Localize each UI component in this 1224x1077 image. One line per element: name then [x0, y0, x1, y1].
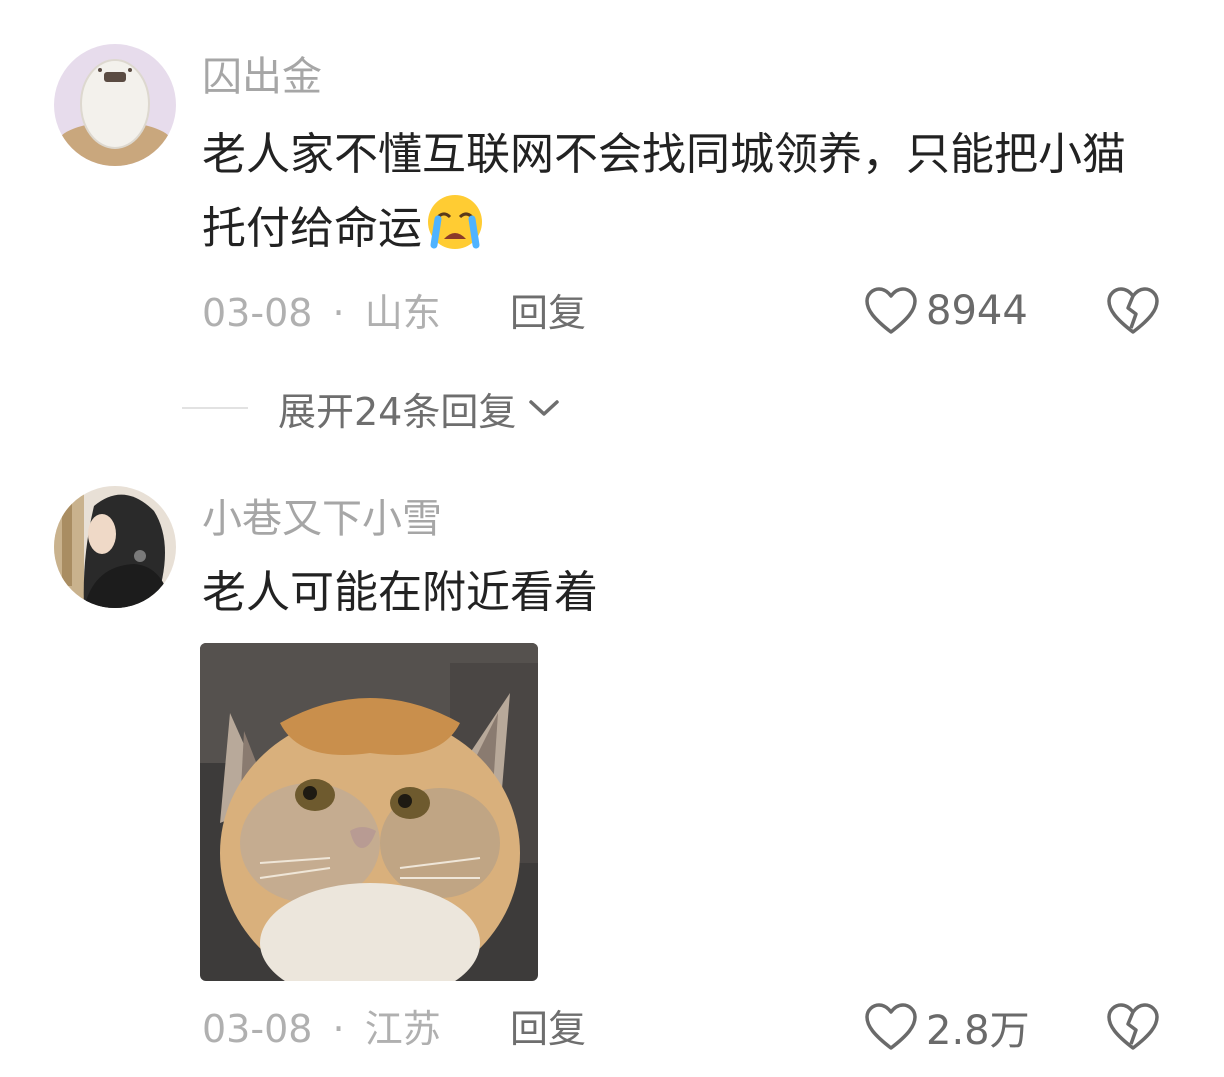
- like-button[interactable]: 2.8万: [864, 1002, 1030, 1054]
- expand-replies-button[interactable]: 展开24条回复: [182, 380, 562, 436]
- comment-date: 03-08: [202, 291, 313, 335]
- comment-text-body: 老人家不懂互联网不会找同城领养，只能把小猫托付给命运: [202, 129, 1126, 254]
- comment-image[interactable]: [200, 643, 538, 981]
- chevron-down-icon: [529, 400, 560, 416]
- reply-button[interactable]: 回复: [510, 1004, 586, 1054]
- dislike-button[interactable]: [1106, 1002, 1160, 1052]
- comment-meta: 03-08 · 江苏: [202, 1004, 441, 1054]
- girl-avatar-image: [54, 486, 176, 608]
- like-count: 2.8万: [926, 1008, 1030, 1054]
- meta-separator: ·: [332, 1007, 345, 1051]
- sad-cat-image: [200, 643, 538, 981]
- heart-icon: [865, 1003, 917, 1050]
- broken-heart-icon: [1107, 1003, 1159, 1050]
- comment-location: 江苏: [364, 1007, 441, 1051]
- username[interactable]: 囚出金: [202, 52, 322, 102]
- expand-replies-label: 展开24条回复: [278, 389, 517, 434]
- like-count: 8944: [926, 288, 1028, 334]
- crying-face-icon: [428, 195, 482, 249]
- avatar[interactable]: [54, 486, 176, 608]
- username[interactable]: 小巷又下小雪: [202, 494, 442, 544]
- like-button[interactable]: 8944: [864, 286, 1028, 336]
- egg-avatar-image: [54, 44, 176, 166]
- comment-text: 老人家不懂互联网不会找同城领养，只能把小猫托付给命运: [202, 118, 1162, 266]
- broken-heart-icon: [1107, 287, 1159, 334]
- divider-line: [182, 407, 248, 409]
- comment-text: 老人可能在附近看着: [202, 567, 598, 618]
- heart-icon: [865, 287, 917, 334]
- dislike-button[interactable]: [1106, 286, 1160, 336]
- comment-meta: 03-08 · 山东: [202, 288, 441, 338]
- meta-separator: ·: [332, 291, 345, 335]
- avatar[interactable]: [54, 44, 176, 166]
- reply-button[interactable]: 回复: [510, 288, 586, 338]
- comment-location: 山东: [364, 291, 441, 335]
- comment-date: 03-08: [202, 1007, 313, 1051]
